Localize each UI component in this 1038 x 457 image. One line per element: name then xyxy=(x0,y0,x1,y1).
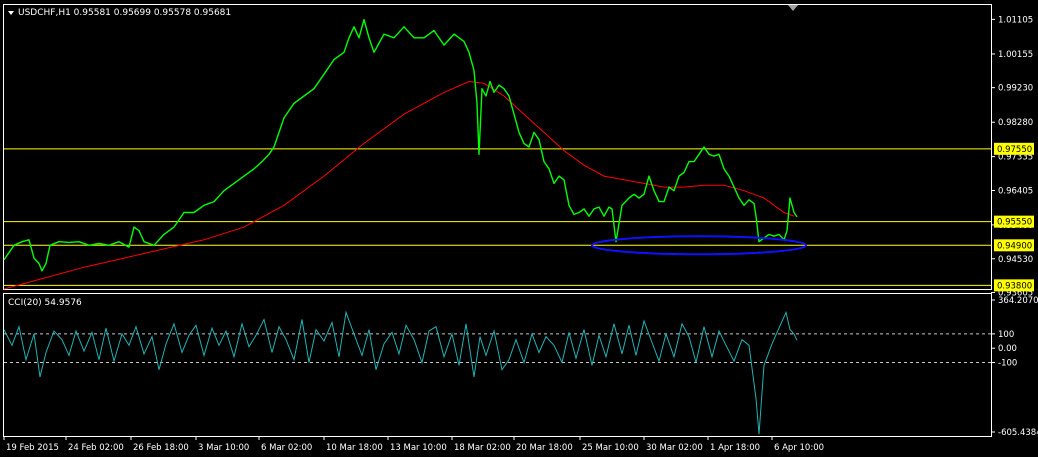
price-tick-label-7: 0.94530 xyxy=(998,255,1033,265)
hline-label-3: 0.93800 xyxy=(997,281,1032,291)
price-tick-label-0: 1.01105 xyxy=(998,15,1033,25)
hline-label-2: 0.94900 xyxy=(997,241,1032,251)
hline-label-1: 0.95550 xyxy=(997,218,1032,228)
chart-background xyxy=(0,0,1038,457)
price-tick-label-1: 1.00155 xyxy=(998,50,1033,60)
cci-tick-label-3: -100 xyxy=(998,359,1017,369)
x-tick-label-12: 6 Apr 10:00 xyxy=(774,443,824,453)
x-tick-label-8: 20 Mar 18:00 xyxy=(516,443,573,453)
price-tick-label-5: 0.96405 xyxy=(998,187,1033,197)
x-tick-label-5: 10 Mar 18:00 xyxy=(326,443,383,453)
cci-tick-label-1: 100 xyxy=(998,330,1014,340)
x-tick-label-3: 3 Mar 10:00 xyxy=(198,443,249,453)
cci-tick-label-0: 364.2070 xyxy=(998,296,1038,306)
price-tick-label-2: 0.99230 xyxy=(998,84,1033,94)
price-axis-ticks: 1.011051.001550.992300.982800.973350.964… xyxy=(991,15,1033,298)
cci-tick-label-2: 0.00 xyxy=(998,344,1017,354)
price-tick-label-3: 0.98280 xyxy=(998,118,1033,128)
x-tick-label-1: 24 Feb 02:00 xyxy=(68,443,124,453)
x-tick-label-6: 13 Mar 10:00 xyxy=(390,443,447,453)
indicator-title: CCI(20) 54.9576 xyxy=(8,298,82,308)
x-tick-label-10: 30 Mar 02:00 xyxy=(646,443,703,453)
x-tick-label-2: 26 Feb 18:00 xyxy=(133,443,189,453)
x-tick-label-7: 18 Mar 02:00 xyxy=(454,443,511,453)
x-tick-label-0: 19 Feb 2015 xyxy=(6,443,59,453)
x-tick-label-11: 1 Apr 18:00 xyxy=(710,443,760,453)
x-tick-label-9: 25 Mar 10:00 xyxy=(582,443,639,453)
chart-title: USDCHF,H1 0.95581 0.95699 0.95578 0.9568… xyxy=(18,8,231,18)
chart[interactable]: 1.011051.001550.992300.982800.973350.964… xyxy=(0,0,1038,457)
cci-tick-label-4: -605.4384 xyxy=(998,428,1038,438)
hline-label-0: 0.97550 xyxy=(997,145,1032,155)
x-tick-label-4: 6 Mar 02:00 xyxy=(261,443,312,453)
